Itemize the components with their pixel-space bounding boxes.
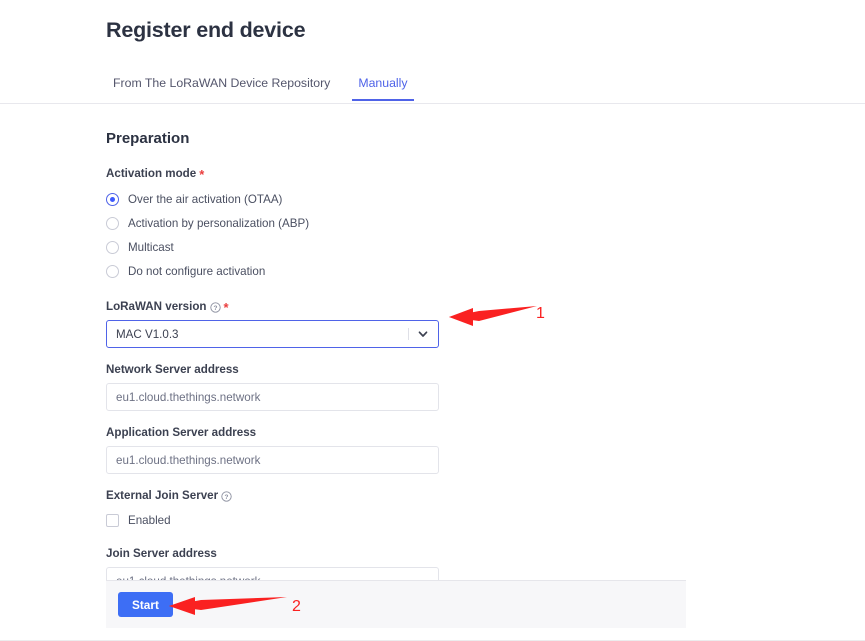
radio-label-abp: Activation by personalization (ABP) [128,216,310,230]
section-heading-preparation: Preparation [106,130,190,147]
network-server-address-input[interactable] [106,383,439,411]
network-server-address-field: Network Server address [106,363,439,411]
radio-label-do-not-configure: Do not configure activation [128,264,266,278]
join-server-address-label-text: Join Server address [106,547,217,560]
start-button[interactable]: Start [118,592,173,617]
lorawan-version-select[interactable]: MAC V1.0.3 [106,320,439,348]
form-footer-panel: Start [106,580,686,628]
select-divider [408,328,409,340]
preparation-form: Activation mode * Over the air activatio… [106,167,439,610]
activation-mode-radio-group: Over the air activation (OTAA) Activatio… [106,187,439,283]
question-circle-icon[interactable]: ? [221,490,232,502]
radio-label-otaa: Over the air activation (OTAA) [128,192,283,206]
lorawan-version-field: LoRaWAN version ? * MAC V1.0.3 [106,300,439,348]
annotation-number-1: 1 [536,305,545,322]
lorawan-version-label-text: LoRaWAN version [106,300,207,313]
external-join-server-checkbox[interactable] [106,513,119,527]
tab-from-device-repository[interactable]: From The LoRaWAN Device Repository [106,76,344,100]
external-join-server-checkbox-label: Enabled [128,513,171,527]
tab-bar: From The LoRaWAN Device Repository Manua… [0,76,865,104]
svg-text:?: ? [225,494,229,501]
chevron-down-icon[interactable] [417,328,429,340]
application-server-address-label-text: Application Server address [106,426,257,439]
application-server-address-input[interactable] [106,446,439,474]
external-join-server-checkbox-row[interactable]: Enabled [106,509,439,531]
activation-mode-label-text: Activation mode [106,167,197,180]
radio-indicator-do-not-configure[interactable] [106,264,119,278]
required-asterisk: * [199,167,205,182]
external-join-server-field: External Join Server ? Enabled [106,489,439,531]
radio-abp[interactable]: Activation by personalization (ABP) [106,211,439,235]
external-join-server-label: External Join Server ? [106,489,439,503]
radio-indicator-otaa[interactable] [106,192,119,206]
tab-manually[interactable]: Manually [344,76,421,101]
activation-mode-label: Activation mode * [106,167,439,181]
application-server-address-label: Application Server address [106,426,439,440]
radio-indicator-multicast[interactable] [106,240,119,254]
radio-otaa[interactable]: Over the air activation (OTAA) [106,187,439,211]
network-server-address-label-text: Network Server address [106,363,239,376]
question-circle-icon[interactable]: ? [209,301,221,313]
radio-label-multicast: Multicast [128,240,174,254]
radio-multicast[interactable]: Multicast [106,235,439,259]
register-end-device-page: Register end device From The LoRaWAN Dev… [0,0,865,641]
network-server-address-label: Network Server address [106,363,439,377]
annotation-number-2: 2 [292,598,301,615]
page-title: Register end device [106,18,306,42]
radio-do-not-configure[interactable]: Do not configure activation [106,259,439,283]
svg-text:?: ? [213,305,217,312]
required-asterisk-lorawan: * [223,300,229,315]
application-server-address-field: Application Server address [106,426,439,474]
radio-indicator-abp[interactable] [106,216,119,230]
lorawan-version-label: LoRaWAN version ? * [106,300,439,314]
external-join-server-label-text: External Join Server [106,489,219,502]
join-server-address-label: Join Server address [106,547,439,561]
lorawan-version-value: MAC V1.0.3 [116,327,179,341]
annotation-arrow-1 [449,306,537,326]
